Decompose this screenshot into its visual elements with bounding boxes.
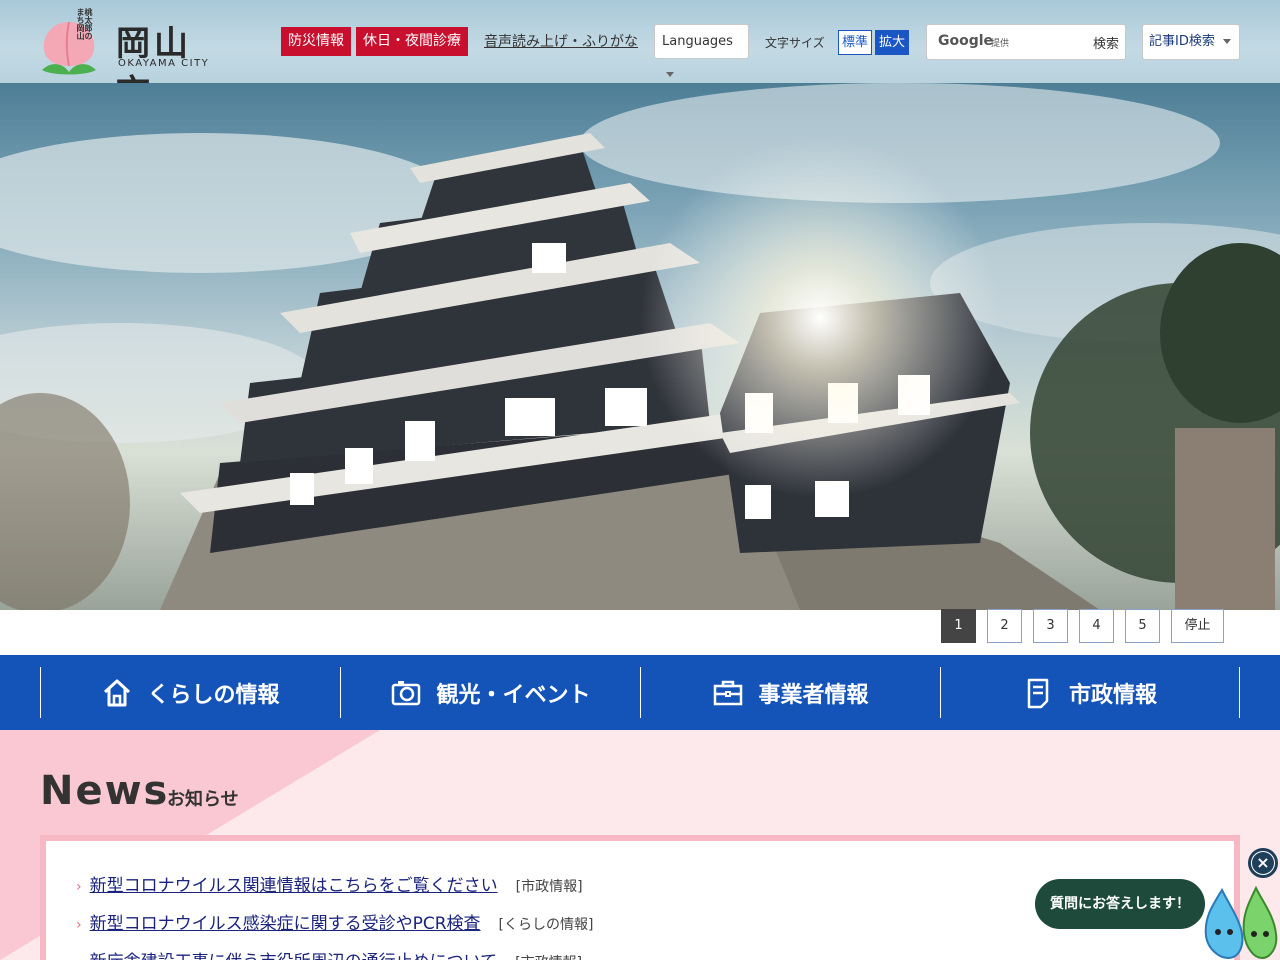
briefcase-icon (714, 680, 743, 705)
nav-label: くらしの情報 (147, 682, 280, 708)
logo-subtitle: OKAYAMA CITY (118, 58, 210, 69)
news-item: › 新型コロナウイルス関連情報はこちらをご覧ください [市政情報] (76, 871, 583, 896)
news-category: [市政情報] (515, 879, 583, 895)
nav-label: 市政情報 (1068, 682, 1157, 708)
google-label: Google (938, 33, 994, 49)
font-large-button[interactable]: 拡大 (875, 30, 909, 55)
article-id-label: 記事ID検索 (1149, 34, 1215, 49)
main-nav: くらしの情報 観光・イベント 事業者情報 市政情報 (0, 655, 1280, 730)
news-title: News (40, 768, 170, 814)
nav-city-admin[interactable]: 市政情報 (940, 667, 1240, 718)
close-icon[interactable]: × (1252, 852, 1274, 874)
chevron-down-icon (666, 72, 674, 77)
disaster-info-button[interactable]: 防災情報 (281, 27, 351, 56)
nav-label: 観光・イベント (436, 682, 591, 708)
hero-slideshow (0, 83, 1280, 610)
logo-vertical-text: 桃太郎のまち岡山 (76, 8, 93, 40)
slide-page-4-button[interactable]: 4 (1079, 609, 1114, 643)
mascot-icon[interactable] (1198, 886, 1280, 960)
search-input[interactable] (1017, 31, 1087, 53)
languages-label: Languages (662, 34, 733, 49)
provided-label: 提供 (991, 39, 1010, 49)
home-icon (104, 679, 131, 706)
chevron-right-icon: › (76, 917, 82, 933)
article-id-search-dropdown[interactable]: 記事ID検索 (1142, 24, 1240, 60)
nav-living-info[interactable]: くらしの情報 (40, 667, 340, 718)
nav-label: 事業者情報 (758, 682, 869, 708)
site-search: Google 提供 検索 (926, 24, 1126, 60)
news-item: › 新型コロナウイルス感染症に関する受診やPCR検査 [くらしの情報] (76, 909, 593, 934)
font-size-label: 文字サイズ (765, 36, 825, 50)
news-category: [くらしの情報] (498, 917, 594, 933)
camera-icon (392, 680, 421, 705)
slide-page-3-button[interactable]: 3 (1033, 609, 1068, 643)
slide-page-1-button[interactable]: 1 (941, 609, 976, 643)
news-link[interactable]: 新型コロナウイルス感染症に関する受診やPCR検査 (90, 909, 481, 934)
news-link[interactable]: 新庁舎建設工事に伴う市役所周辺の通行止めについて (90, 947, 498, 960)
slide-page-5-button[interactable]: 5 (1125, 609, 1160, 643)
chatbot-bubble[interactable]: 質問にお答えします！ (1035, 879, 1205, 929)
news-link[interactable]: 新型コロナウイルス関連情報はこちらをご覧ください (90, 871, 498, 896)
search-button[interactable]: 検索 (1093, 33, 1119, 52)
news-item: › 新庁舎建設工事に伴う市役所周辺の通行止めについて [市政情報] (76, 947, 582, 960)
nav-business-info[interactable]: 事業者情報 (640, 667, 940, 718)
nav-tourism-events[interactable]: 観光・イベント (340, 667, 640, 718)
chevron-right-icon: › (76, 879, 82, 895)
site-logo[interactable]: 桃太郎のまち岡山 岡山市 OKAYAMA CITY (38, 8, 228, 113)
castle-illustration (0, 83, 1280, 610)
languages-dropdown[interactable]: Languages (654, 24, 749, 77)
document-icon (1027, 678, 1049, 708)
news-subtitle: お知らせ (167, 789, 239, 810)
site-header: 桃太郎のまち岡山 岡山市 OKAYAMA CITY 防災情報 休日・夜間診療 音… (0, 0, 1280, 113)
chevron-right-icon: › (76, 955, 82, 960)
slide-page-2-button[interactable]: 2 (987, 609, 1022, 643)
chevron-down-icon (1223, 39, 1231, 44)
slide-stop-button[interactable]: 停止 (1171, 609, 1224, 643)
furigana-link[interactable]: 音声読み上げ・ふりがな (484, 31, 638, 51)
holiday-clinic-button[interactable]: 休日・夜間診療 (356, 27, 468, 56)
font-standard-button[interactable]: 標準 (838, 30, 872, 55)
news-category: [市政情報] (515, 952, 582, 960)
